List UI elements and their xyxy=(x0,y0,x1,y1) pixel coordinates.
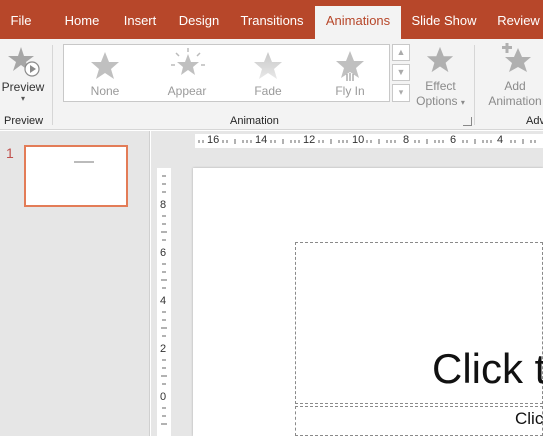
add-animation-icon xyxy=(502,43,531,72)
ruler-tick-label: 2 xyxy=(160,343,167,355)
ruler-tick-label: 6 xyxy=(450,134,457,146)
gallery-scroll-up[interactable]: ▲ xyxy=(392,44,410,61)
ruler-tick-label: 10 xyxy=(352,134,365,146)
ruler-tick-label: 14 xyxy=(255,134,268,146)
slides-pane: 1 xyxy=(0,131,150,436)
add-animation-label-1: Add xyxy=(504,79,526,93)
chevron-down-icon: ▾ xyxy=(20,94,25,103)
dialog-launcher-icon[interactable] xyxy=(463,117,472,126)
effect-options-label-2: Options xyxy=(416,94,458,108)
animation-gallery: None Appear Fade Fly In xyxy=(63,44,390,102)
tab-slide-show[interactable]: Slide Show xyxy=(410,0,478,39)
horizontal-ruler-ticks xyxy=(198,139,536,144)
ruler-tick-label: 0 xyxy=(160,391,167,403)
animation-appear-label: Appear xyxy=(167,84,207,98)
tab-transitions[interactable]: Transitions xyxy=(238,0,306,39)
thumbnail-title-line xyxy=(74,161,94,163)
ruler-tick-label: 4 xyxy=(497,134,504,146)
slide-number: 1 xyxy=(6,145,14,161)
animation-fade[interactable]: Fade xyxy=(228,45,308,101)
ribbon-animations: Preview ▾ Preview None Appear Fade Fly I… xyxy=(0,39,543,130)
slide-thumbnail[interactable] xyxy=(24,145,128,207)
preview-label: Preview xyxy=(1,80,45,94)
group-separator xyxy=(474,45,475,125)
tab-home[interactable]: Home xyxy=(59,0,105,39)
tab-animations[interactable]: Animations xyxy=(315,6,401,39)
tab-design[interactable]: Design xyxy=(174,0,224,39)
gallery-scroll-down[interactable]: ▼ xyxy=(392,64,410,81)
add-animation-label-2: Animation xyxy=(488,94,542,108)
title-placeholder-text: Click t xyxy=(432,345,543,392)
animation-fly-in[interactable]: Fly In xyxy=(310,45,390,101)
ribbon-tab-bar: File Home Insert Design Transitions Anim… xyxy=(0,0,543,39)
group-label-animation: Animation xyxy=(230,115,279,127)
animation-fly-in-label: Fly In xyxy=(335,84,365,98)
preview-star-icon xyxy=(8,47,40,77)
tab-review[interactable]: Review xyxy=(494,0,543,39)
subtitle-placeholder[interactable] xyxy=(295,406,543,436)
tab-insert[interactable]: Insert xyxy=(118,0,162,39)
ruler-tick-label: 8 xyxy=(160,199,167,211)
vertical-ruler: 8 6 4 2 0 xyxy=(157,168,171,436)
ruler-tick-label: 12 xyxy=(303,134,316,146)
group-label-advanced: Adv xyxy=(526,115,543,127)
effect-options-button[interactable]: Effect Options ▾ xyxy=(413,43,468,111)
star-icon xyxy=(91,52,119,79)
fly-in-star-icon xyxy=(336,51,364,81)
tab-file[interactable]: File xyxy=(0,0,42,39)
animation-fade-label: Fade xyxy=(254,84,282,98)
ruler-tick-label: 16 xyxy=(207,134,220,146)
chevron-down-icon: ▾ xyxy=(460,98,465,107)
group-separator xyxy=(52,45,53,125)
add-animation-button[interactable]: Add Animation xyxy=(483,41,543,111)
animation-none[interactable]: None xyxy=(65,45,145,101)
preview-button[interactable]: Preview ▾ xyxy=(0,43,46,109)
fade-star-icon xyxy=(254,52,282,79)
ruler-tick-label: 8 xyxy=(403,134,410,146)
animation-none-label: None xyxy=(90,84,120,98)
effect-options-label-1: Effect xyxy=(425,79,456,93)
effect-options-star-icon xyxy=(426,46,454,73)
horizontal-ruler: 16 14 12 10 8 6 4 xyxy=(195,134,543,148)
subtitle-placeholder-text: Clic xyxy=(515,409,543,428)
ruler-tick-label: 4 xyxy=(160,295,167,307)
appear-star-icon xyxy=(171,48,205,75)
group-label-preview: Preview xyxy=(4,115,44,127)
effect-options-line-2: Options ▾ xyxy=(413,94,468,108)
ruler-tick-label: 6 xyxy=(160,247,167,259)
animation-appear[interactable]: Appear xyxy=(147,45,227,101)
gallery-more-button[interactable]: ▾ xyxy=(392,84,410,102)
